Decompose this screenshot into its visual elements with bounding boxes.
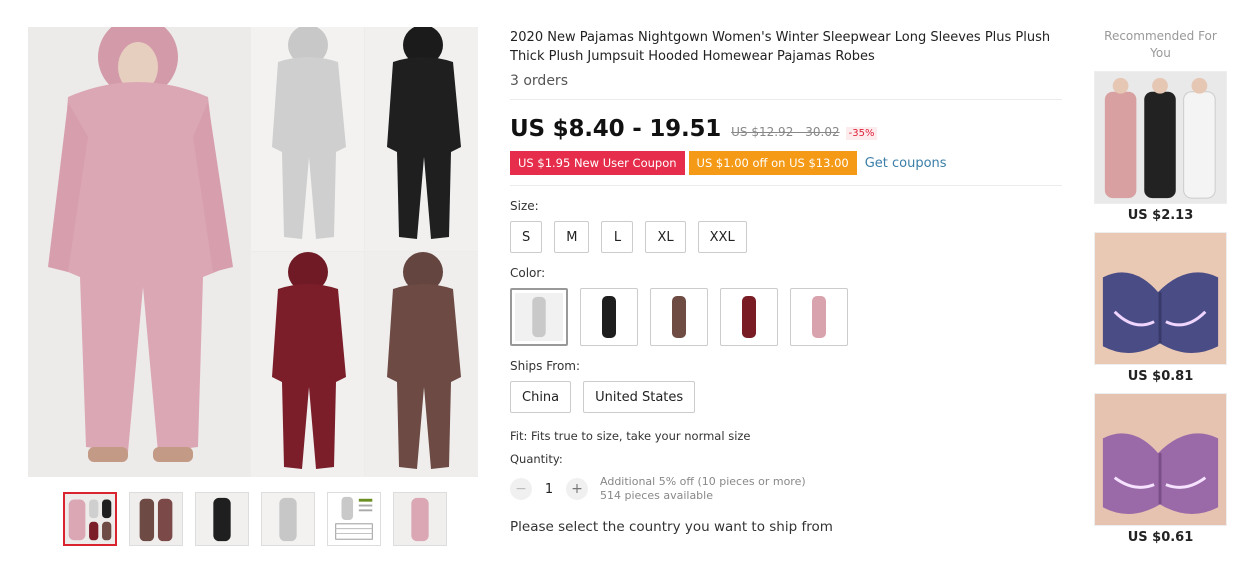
divider xyxy=(510,99,1062,100)
discount-badge: -35% xyxy=(845,127,878,140)
black-jumpsuit-icon xyxy=(584,292,634,342)
quantity-increase-button[interactable]: + xyxy=(566,478,588,500)
thumbnail-strip xyxy=(63,492,447,546)
recommended-price: US $0.61 xyxy=(1127,530,1194,545)
brown-thumb-icon[interactable] xyxy=(129,492,183,546)
pink-jumpsuit-icon xyxy=(794,292,844,342)
pink-thumb-icon[interactable] xyxy=(393,492,447,546)
pink-jumpsuit-figure xyxy=(28,27,250,477)
black-jumpsuit-figure xyxy=(365,27,478,251)
recommended-price: US $2.13 xyxy=(1127,208,1194,223)
stock-note: 514 pieces available xyxy=(600,489,713,502)
recommended-title: Recommended For You xyxy=(1104,29,1217,60)
blue-bra-photo-icon[interactable] xyxy=(1094,232,1227,365)
size-option-xxl[interactable]: XXL xyxy=(697,221,747,253)
size-label: Size: xyxy=(510,199,539,213)
fit-note: Fit: Fits true to size, take your normal… xyxy=(510,429,751,443)
quantity-value[interactable]: 1 xyxy=(532,482,566,497)
recommended-item[interactable]: US $0.81 xyxy=(1094,232,1227,384)
quantity-stepper: − 1 + Additional 5% off (10 pieces or mo… xyxy=(510,475,1062,503)
bulk-discount-note: Additional 5% off (10 pieces or more) xyxy=(600,475,806,488)
wine-jumpsuit-icon xyxy=(724,292,774,342)
grey-jumpsuit-figure xyxy=(251,27,364,251)
ships-from-options: China United States xyxy=(510,381,1062,413)
size-option-m[interactable]: M xyxy=(554,221,590,253)
coupon-row: US $1.95 New User Coupon US $1.00 off on… xyxy=(510,151,1062,175)
color-option-brown[interactable] xyxy=(650,288,708,346)
color-options xyxy=(510,288,1062,346)
color-option-grey[interactable] xyxy=(510,288,568,346)
size-options: S M L XL XXL xyxy=(510,221,1062,253)
ships-from-china[interactable]: China xyxy=(510,381,572,413)
wine-jumpsuit-figure xyxy=(251,252,364,477)
recommended-panel: Recommended For You US $2.13 US $0.81 US… xyxy=(1094,28,1227,545)
brown-jumpsuit-icon xyxy=(654,292,704,342)
main-product-image[interactable] xyxy=(28,27,478,477)
product-info: 2020 New Pajamas Nightgown Women's Winte… xyxy=(510,28,1062,535)
quantity-label: Quantity: xyxy=(510,452,563,466)
current-price: US $8.40 - 19.51 xyxy=(510,116,722,142)
quantity-decrease-button[interactable]: − xyxy=(510,478,532,500)
ships-from-label: Ships From: xyxy=(510,359,581,373)
color-label: Color: xyxy=(510,266,546,280)
brown-jumpsuit-figure xyxy=(365,252,478,477)
size-option-l[interactable]: L xyxy=(601,221,634,253)
original-price: US $12.92 - 30.02 xyxy=(731,125,840,139)
recommended-item[interactable]: US $2.13 xyxy=(1094,71,1227,223)
purple-bra-photo-icon[interactable] xyxy=(1094,393,1227,526)
recommended-item[interactable]: US $0.61 xyxy=(1094,393,1227,545)
color-option-wine[interactable] xyxy=(720,288,778,346)
black-thumb-icon[interactable] xyxy=(195,492,249,546)
grey-jumpsuit-icon xyxy=(515,293,563,341)
size-option-xl[interactable]: XL xyxy=(645,221,686,253)
tracksuit-photo-icon[interactable] xyxy=(1094,71,1227,204)
product-title: 2020 New Pajamas Nightgown Women's Winte… xyxy=(510,30,1051,64)
size-chart-thumb-icon[interactable] xyxy=(327,492,381,546)
color-option-black[interactable] xyxy=(580,288,638,346)
ship-country-prompt: Please select the country you want to sh… xyxy=(510,519,833,535)
new-user-coupon[interactable]: US $1.95 New User Coupon xyxy=(510,151,685,175)
get-coupons-link[interactable]: Get coupons xyxy=(865,156,947,171)
grey-thumb-icon[interactable] xyxy=(261,492,315,546)
recommended-price: US $0.81 xyxy=(1127,369,1194,384)
divider xyxy=(510,185,1062,186)
store-coupon[interactable]: US $1.00 off on US $13.00 xyxy=(688,151,857,175)
size-option-s[interactable]: S xyxy=(510,221,543,253)
order-count: 3 orders xyxy=(510,73,568,89)
price-row: US $8.40 - 19.51 US $12.92 - 30.02 -35% xyxy=(510,116,1062,142)
ships-from-united-states[interactable]: United States xyxy=(583,381,696,413)
color-option-pink[interactable] xyxy=(790,288,848,346)
collage-thumb-icon[interactable] xyxy=(63,492,117,546)
quantity-note: Additional 5% off (10 pieces or more) 51… xyxy=(600,475,806,503)
